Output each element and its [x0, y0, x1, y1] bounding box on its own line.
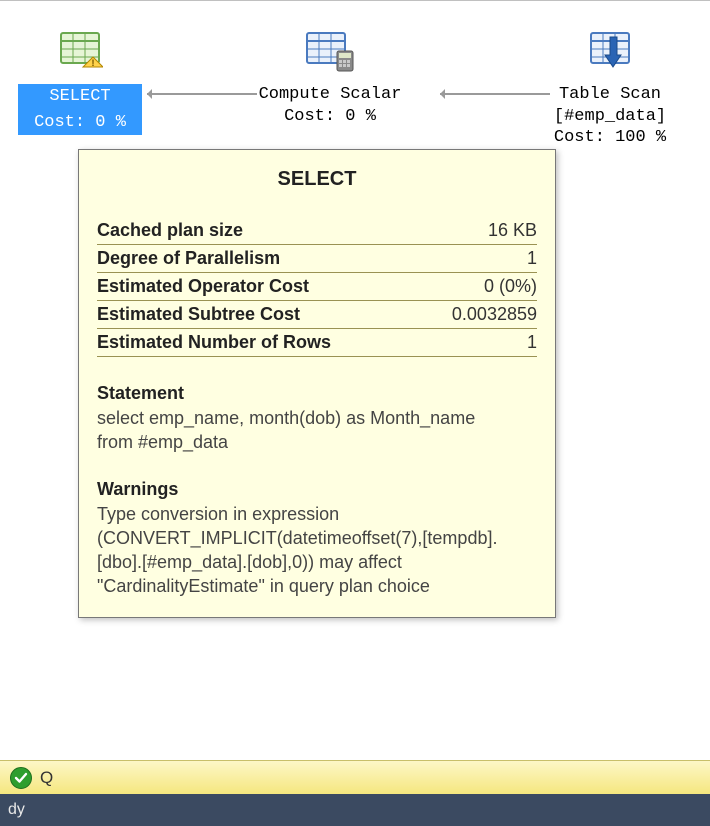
- property-value: 1: [420, 329, 537, 357]
- success-icon: [10, 767, 32, 789]
- statement-heading: Statement: [97, 383, 537, 404]
- property-value: 0.0032859: [420, 301, 537, 329]
- status-text: Q: [40, 768, 53, 788]
- scan-label: Table Scan: [525, 84, 695, 105]
- property-value: 1: [420, 245, 537, 273]
- select-cost: Cost: 0 %: [18, 110, 142, 135]
- plan-node-select[interactable]: ! SELECT Cost: 0 %: [18, 27, 142, 135]
- tooltip-properties-table: Cached plan size16 KBDegree of Paralleli…: [97, 217, 537, 357]
- select-icon: !: [57, 27, 103, 80]
- compute-scalar-icon: [305, 27, 355, 80]
- warnings-text: Type conversion in expression (CONVERT_I…: [97, 502, 537, 599]
- tooltip-property-row: Estimated Number of Rows1: [97, 329, 537, 357]
- footer-text: dy: [8, 801, 25, 819]
- property-name: Degree of Parallelism: [97, 245, 420, 273]
- tooltip-property-row: Degree of Parallelism1: [97, 245, 537, 273]
- execution-plan-canvas[interactable]: ! SELECT Cost: 0 %: [0, 1, 710, 826]
- property-value: 0 (0%): [420, 273, 537, 301]
- property-name: Estimated Subtree Cost: [97, 301, 420, 329]
- compute-cost: Cost: 0 %: [230, 106, 430, 127]
- statement-text: select emp_name, month(dob) as Month_nam…: [97, 406, 537, 455]
- scan-cost: Cost: 100 %: [525, 127, 695, 148]
- tooltip-property-row: Estimated Operator Cost0 (0%): [97, 273, 537, 301]
- svg-text:!: !: [90, 59, 96, 70]
- property-name: Estimated Number of Rows: [97, 329, 420, 357]
- status-bar: Q: [0, 760, 710, 794]
- select-label: SELECT: [18, 84, 142, 109]
- tooltip-title: SELECT: [97, 168, 537, 191]
- plan-node-table-scan[interactable]: Table Scan [#emp_data] Cost: 100 %: [525, 27, 695, 148]
- footer-bar: dy: [0, 794, 710, 826]
- warnings-heading: Warnings: [97, 479, 537, 500]
- property-name: Estimated Operator Cost: [97, 273, 420, 301]
- tooltip-property-row: Cached plan size16 KB: [97, 217, 537, 245]
- compute-label: Compute Scalar: [230, 84, 430, 105]
- scan-object: [#emp_data]: [525, 106, 695, 127]
- table-scan-icon: [587, 27, 633, 80]
- operator-tooltip: SELECT Cached plan size16 KBDegree of Pa…: [78, 149, 556, 618]
- property-name: Cached plan size: [97, 217, 420, 245]
- tooltip-property-row: Estimated Subtree Cost0.0032859: [97, 301, 537, 329]
- property-value: 16 KB: [420, 217, 537, 245]
- plan-node-compute-scalar[interactable]: Compute Scalar Cost: 0 %: [230, 27, 430, 127]
